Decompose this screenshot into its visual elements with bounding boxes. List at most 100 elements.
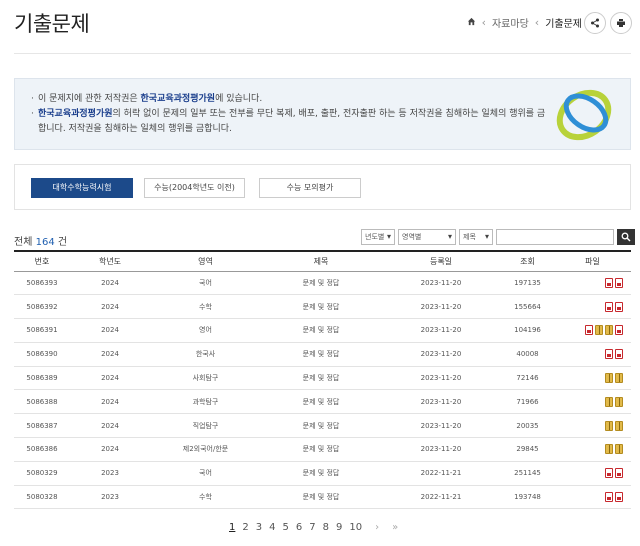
search-filters: 년도별 영역별 제목	[361, 229, 635, 245]
cell-title[interactable]: 문제 및 정답	[261, 366, 381, 391]
year-select[interactable]: 년도별	[361, 229, 395, 245]
zip-file-icon[interactable]	[615, 444, 623, 455]
cell-year: 2024	[70, 318, 150, 343]
cell-title[interactable]: 문제 및 정답	[261, 437, 381, 462]
column-header: 학년도	[70, 250, 150, 272]
cell-views: 104196	[501, 318, 554, 343]
cell-views: 71966	[501, 389, 554, 415]
zip-file-icon[interactable]	[615, 420, 623, 431]
table-row[interactable]: 5086388 2024 과학탐구 문제 및 정답 2023-11-20 71966	[14, 389, 631, 415]
zip-file-icon[interactable]	[595, 325, 603, 336]
page-link[interactable]: 10	[349, 522, 362, 533]
cell-views: 72146	[501, 366, 554, 391]
zip-file-icon[interactable]	[615, 396, 623, 407]
page-link[interactable]: 2	[242, 522, 248, 533]
page-link[interactable]: 8	[323, 522, 329, 533]
breadcrumb-item-current: 기출문제	[545, 19, 582, 30]
table-row[interactable]: 5086389 2024 사회탐구 문제 및 정답 2023-11-20 72146	[14, 366, 631, 391]
cell-year: 2024	[70, 294, 150, 320]
pdf-file-icon[interactable]	[605, 492, 613, 503]
pdf-file-icon[interactable]	[615, 468, 623, 479]
breadcrumb-item-data[interactable]: 자료마당	[492, 15, 529, 30]
zip-file-icon[interactable]	[605, 420, 613, 431]
cell-title[interactable]: 문제 및 정답	[261, 389, 381, 415]
table-row[interactable]: 5080328 2023 수학 문제 및 정답 2022-11-21 193748	[14, 485, 631, 510]
last-page-button[interactable]: »	[392, 522, 398, 533]
cell-area: 사회탐구	[150, 366, 261, 391]
page-link[interactable]: 6	[296, 522, 302, 533]
cell-area: 제2외국어/한문	[150, 437, 261, 462]
pdf-file-icon[interactable]	[615, 301, 623, 312]
page-header: 기출문제 ‹ 자료마당 ‹ 기출문제	[0, 0, 640, 46]
cell-title[interactable]: 문제 및 정답	[261, 413, 381, 439]
page-link[interactable]: 4	[269, 522, 275, 533]
cell-files	[554, 413, 631, 439]
pdf-file-icon[interactable]	[615, 277, 623, 288]
zip-file-icon[interactable]	[605, 444, 613, 455]
table-row[interactable]: 5086390 2024 한국사 문제 및 정답 2023-11-20 40008	[14, 342, 631, 367]
pdf-file-icon[interactable]	[605, 301, 613, 312]
print-icon	[617, 19, 625, 27]
home-icon[interactable]	[467, 17, 476, 29]
column-header: 제목	[261, 250, 381, 272]
tab-csat[interactable]: 대학수학능력시험	[31, 178, 133, 198]
breadcrumb: ‹ 자료마당 ‹ 기출문제	[467, 15, 582, 30]
next-page-button[interactable]: ›	[375, 522, 379, 533]
field-select[interactable]: 제목	[459, 229, 493, 245]
zip-file-icon[interactable]	[605, 325, 613, 336]
table-row[interactable]: 5086386 2024 제2외국어/한문 문제 및 정답 2023-11-20 2984…	[14, 437, 631, 462]
table-row[interactable]: 5086393 2024 국어 문제 및 정답 2023-11-20 197135	[14, 271, 631, 296]
pdf-file-icon[interactable]	[605, 349, 613, 360]
cell-date: 2023-11-20	[381, 389, 501, 415]
pagination: 1 2 3 4 5 6 7 8 9 10 › »	[229, 522, 398, 533]
column-header: 등록일	[381, 250, 501, 272]
cell-title[interactable]: 문제 및 정답	[261, 318, 381, 343]
cell-files	[554, 437, 631, 462]
cell-title[interactable]: 문제 및 정답	[261, 294, 381, 320]
zip-file-icon[interactable]	[605, 373, 613, 384]
cell-title[interactable]: 문제 및 정답	[261, 271, 381, 296]
page-link[interactable]: 7	[309, 522, 315, 533]
zip-file-icon[interactable]	[615, 373, 623, 384]
search-input[interactable]	[496, 229, 614, 245]
cell-title[interactable]: 문제 및 정답	[261, 342, 381, 367]
cell-number: 5086391	[14, 318, 70, 343]
share-button[interactable]	[584, 12, 606, 34]
pdf-file-icon[interactable]	[605, 468, 613, 479]
cell-views: 197135	[501, 271, 554, 296]
cell-year: 2023	[70, 485, 150, 510]
search-button[interactable]	[617, 229, 635, 245]
table-row[interactable]: 5086392 2024 수학 문제 및 정답 2023-11-20 155664	[14, 294, 631, 320]
table-row[interactable]: 5080329 2023 국어 문제 및 정답 2022-11-21 251145	[14, 461, 631, 486]
cell-number: 5086386	[14, 437, 70, 462]
area-select[interactable]: 영역별	[398, 229, 456, 245]
column-header: 조회	[501, 250, 554, 272]
cell-views: 155664	[501, 294, 554, 320]
cell-date: 2023-11-20	[381, 271, 501, 296]
page-link[interactable]: 5	[283, 522, 289, 533]
cell-number: 5080329	[14, 461, 70, 486]
pdf-file-icon[interactable]	[615, 325, 623, 336]
table-row[interactable]: 5086387 2024 직업탐구 문제 및 정답 2023-11-20 20035	[14, 413, 631, 439]
pdf-file-icon[interactable]	[615, 349, 623, 360]
pdf-file-icon[interactable]	[605, 277, 613, 288]
cell-area: 수학	[150, 294, 261, 320]
cell-year: 2024	[70, 413, 150, 439]
page-link[interactable]: 3	[256, 522, 262, 533]
kice-logo	[550, 83, 620, 149]
share-icon	[591, 18, 599, 28]
tab-csat-mock[interactable]: 수능 모의평가	[259, 178, 361, 198]
table-row[interactable]: 5086391 2024 영어 문제 및 정답 2023-11-20 104196	[14, 318, 631, 343]
page-link[interactable]: 9	[336, 522, 342, 533]
cell-date: 2023-11-20	[381, 413, 501, 439]
pdf-file-icon[interactable]	[585, 325, 593, 336]
zip-file-icon[interactable]	[605, 396, 613, 407]
page-title: 기출문제	[14, 12, 90, 36]
cell-title[interactable]: 문제 및 정답	[261, 461, 381, 486]
tab-csat-before-2004[interactable]: 수능(2004학년도 이전)	[144, 178, 245, 198]
pdf-file-icon[interactable]	[615, 492, 623, 503]
chevron-left-icon: ‹	[481, 16, 486, 29]
page-link[interactable]: 1	[229, 522, 235, 533]
cell-title[interactable]: 문제 및 정답	[261, 485, 381, 510]
print-button[interactable]	[610, 12, 632, 34]
